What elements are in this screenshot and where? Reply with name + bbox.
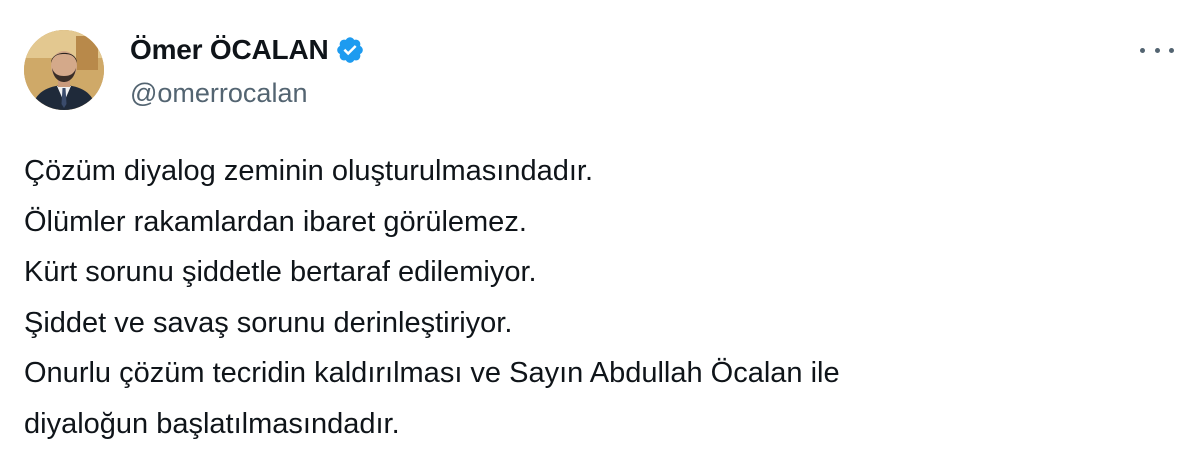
avatar-image	[24, 30, 104, 110]
tweet-card: Ömer ÖCALAN @omerrocalan Çözüm diyalog z…	[0, 0, 1200, 454]
avatar[interactable]	[24, 30, 104, 110]
tweet-text-line: Ölümler rakamlardan ibaret görülemez.	[24, 205, 527, 238]
more-horizontal-icon-dot	[1169, 47, 1174, 53]
more-horizontal-icon-dot	[1154, 47, 1160, 53]
author-handle[interactable]: @omerrocalan	[130, 76, 307, 110]
tweet-text-line: Onurlu çözüm tecridin kaldırılması ve Sa…	[24, 357, 840, 389]
tweet-text-line: Kürt sorunu şiddetle bertaraf edilemiyor…	[24, 256, 537, 288]
more-horizontal-icon	[1140, 47, 1145, 53]
tweet-text-line: Çözüm diyalog zeminin oluşturulmasındadı…	[24, 155, 593, 187]
tweet-text: Çözüm diyalog zeminin oluşturulmasındadı…	[24, 146, 1174, 449]
verified-badge-icon[interactable]	[335, 35, 365, 65]
tweet-text-line: Şiddet ve savaş sorunu derinleştiriyor.	[24, 306, 513, 339]
author-display-name[interactable]: Ömer ÖCALAN	[130, 33, 329, 67]
tweet-text-line: diyaloğun başlatılmasındadır.	[24, 407, 400, 440]
author-name-row: Ömer ÖCALAN	[130, 33, 365, 67]
more-options-button[interactable]	[1140, 40, 1174, 60]
